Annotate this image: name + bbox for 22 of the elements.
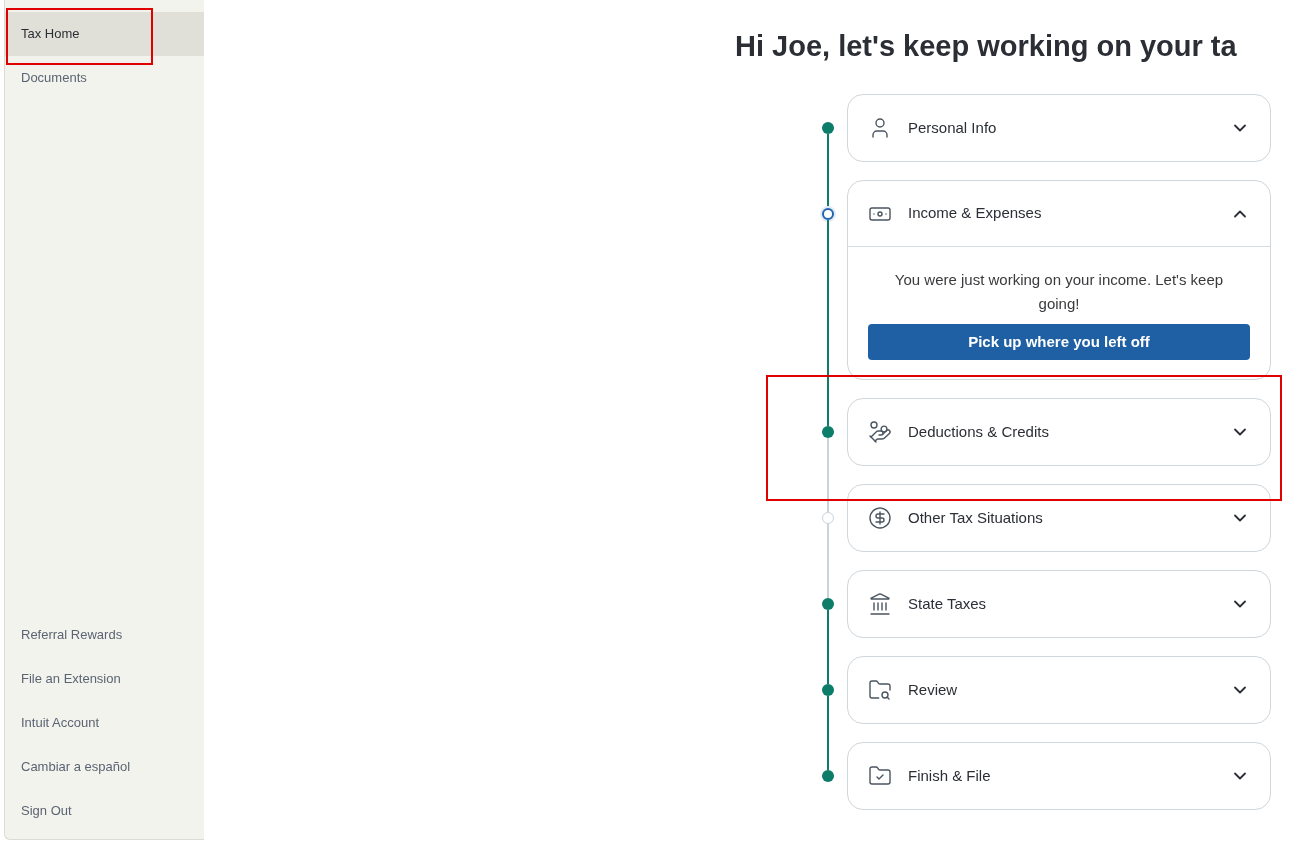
sidebar-link[interactable]: Documents	[5, 56, 204, 100]
dollar-coin-icon	[868, 506, 892, 530]
step-header[interactable]: Other Tax Situations	[848, 485, 1270, 551]
step-header[interactable]: Personal Info	[848, 95, 1270, 161]
hand-coins-icon	[868, 420, 892, 444]
step-message: You were just working on your income. Let's keep going!	[893, 270, 1225, 314]
sidebar-link[interactable]: Referral Rewards	[5, 613, 204, 657]
sidebar-link[interactable]: Cambiar a español	[5, 745, 204, 789]
step-header[interactable]: State Taxes	[848, 571, 1270, 637]
step-header[interactable]: Income & Expenses	[848, 181, 1270, 247]
step-header[interactable]: Finish & File	[848, 743, 1270, 809]
sidebar-link[interactable]: Intuit Account	[5, 701, 204, 745]
sidebar-link[interactable]: Tax Home	[5, 12, 204, 56]
step-header[interactable]: Review	[848, 657, 1270, 723]
bank-building-icon	[868, 592, 892, 616]
folder-search-icon	[868, 678, 892, 702]
page-heading: Hi Joe, let's keep working on your ta	[735, 29, 1238, 64]
sidebar-link[interactable]: File an Extension	[5, 657, 204, 701]
sidebar-link[interactable]: Sign Out	[5, 789, 204, 833]
continue-button[interactable]: Pick up where you left off	[868, 324, 1250, 360]
step-header[interactable]: Deductions & Credits	[848, 399, 1270, 465]
folder-check-icon	[868, 764, 892, 788]
